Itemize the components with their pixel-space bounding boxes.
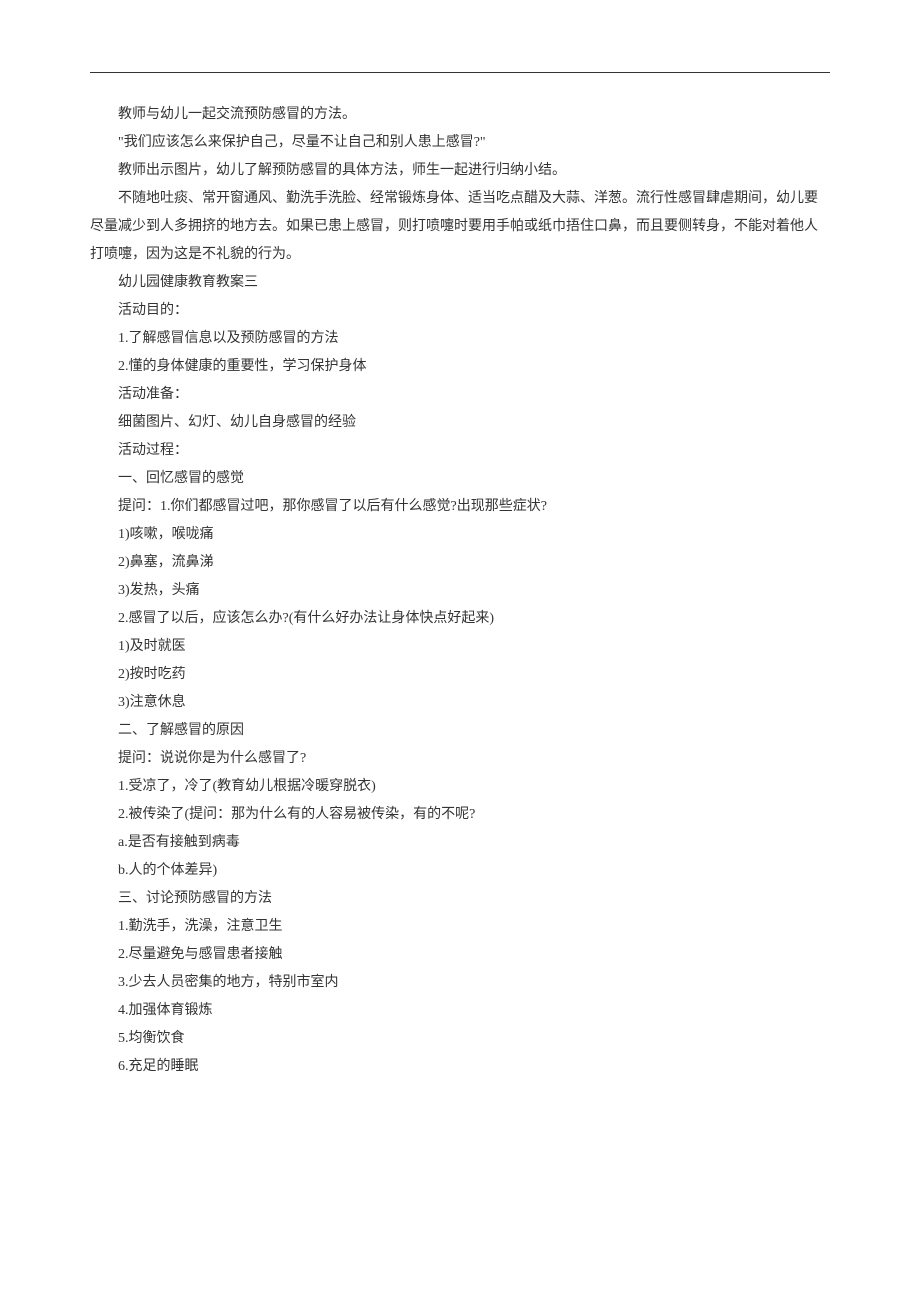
horizontal-rule bbox=[90, 72, 830, 73]
paragraph-line: 3.少去人员密集的地方，特别市室内 bbox=[90, 969, 830, 997]
paragraph-line: 2.被传染了(提问：那为什么有的人容易被传染，有的不呢? bbox=[90, 801, 830, 829]
paragraph-line: 2.懂的身体健康的重要性，学习保护身体 bbox=[90, 353, 830, 381]
paragraph-line: b.人的个体差异) bbox=[90, 857, 830, 885]
paragraph-line: 5.均衡饮食 bbox=[90, 1025, 830, 1053]
paragraph-line: 二、了解感冒的原因 bbox=[90, 717, 830, 745]
document-body: 教师与幼儿一起交流预防感冒的方法。"我们应该怎么来保护自己，尽量不让自己和别人患… bbox=[90, 101, 830, 1081]
paragraph-line: 4.加强体育锻炼 bbox=[90, 997, 830, 1025]
paragraph-line: 2)按时吃药 bbox=[90, 661, 830, 689]
paragraph-line: 活动目的： bbox=[90, 297, 830, 325]
paragraph-line: 1.了解感冒信息以及预防感冒的方法 bbox=[90, 325, 830, 353]
paragraph-line: 1.勤洗手，洗澡，注意卫生 bbox=[90, 913, 830, 941]
paragraph-line: 幼儿园健康教育教案三 bbox=[90, 269, 830, 297]
paragraph-line: 提问：说说你是为什么感冒了? bbox=[90, 745, 830, 773]
paragraph-line: 活动准备： bbox=[90, 381, 830, 409]
paragraph-line: 2.感冒了以后，应该怎么办?(有什么好办法让身体快点好起来) bbox=[90, 605, 830, 633]
paragraph-line: 活动过程： bbox=[90, 437, 830, 465]
paragraph-line: 3)注意休息 bbox=[90, 689, 830, 717]
paragraph-line: 三、讨论预防感冒的方法 bbox=[90, 885, 830, 913]
paragraph-line: 6.充足的睡眠 bbox=[90, 1053, 830, 1081]
paragraph-line: a.是否有接触到病毒 bbox=[90, 829, 830, 857]
paragraph-line: 1)及时就医 bbox=[90, 633, 830, 661]
paragraph-line: 一、回忆感冒的感觉 bbox=[90, 465, 830, 493]
paragraph-line: 3)发热，头痛 bbox=[90, 577, 830, 605]
paragraph-line: 1.受凉了，冷了(教育幼儿根据冷暖穿脱衣) bbox=[90, 773, 830, 801]
document-page: 教师与幼儿一起交流预防感冒的方法。"我们应该怎么来保护自己，尽量不让自己和别人患… bbox=[0, 0, 920, 1171]
paragraph-line: 教师与幼儿一起交流预防感冒的方法。 bbox=[90, 101, 830, 129]
paragraph-line: 2.尽量避免与感冒患者接触 bbox=[90, 941, 830, 969]
paragraph-line: 细菌图片、幻灯、幼儿自身感冒的经验 bbox=[90, 409, 830, 437]
paragraph-line: 2)鼻塞，流鼻涕 bbox=[90, 549, 830, 577]
paragraph-line: 提问：1.你们都感冒过吧，那你感冒了以后有什么感觉?出现那些症状? bbox=[90, 493, 830, 521]
paragraph-line: "我们应该怎么来保护自己，尽量不让自己和别人患上感冒?" bbox=[90, 129, 830, 157]
paragraph-line: 不随地吐痰、常开窗通风、勤洗手洗脸、经常锻炼身体、适当吃点醋及大蒜、洋葱。流行性… bbox=[90, 185, 830, 269]
paragraph-line: 教师出示图片，幼儿了解预防感冒的具体方法，师生一起进行归纳小结。 bbox=[90, 157, 830, 185]
paragraph-line: 1)咳嗽，喉咙痛 bbox=[90, 521, 830, 549]
